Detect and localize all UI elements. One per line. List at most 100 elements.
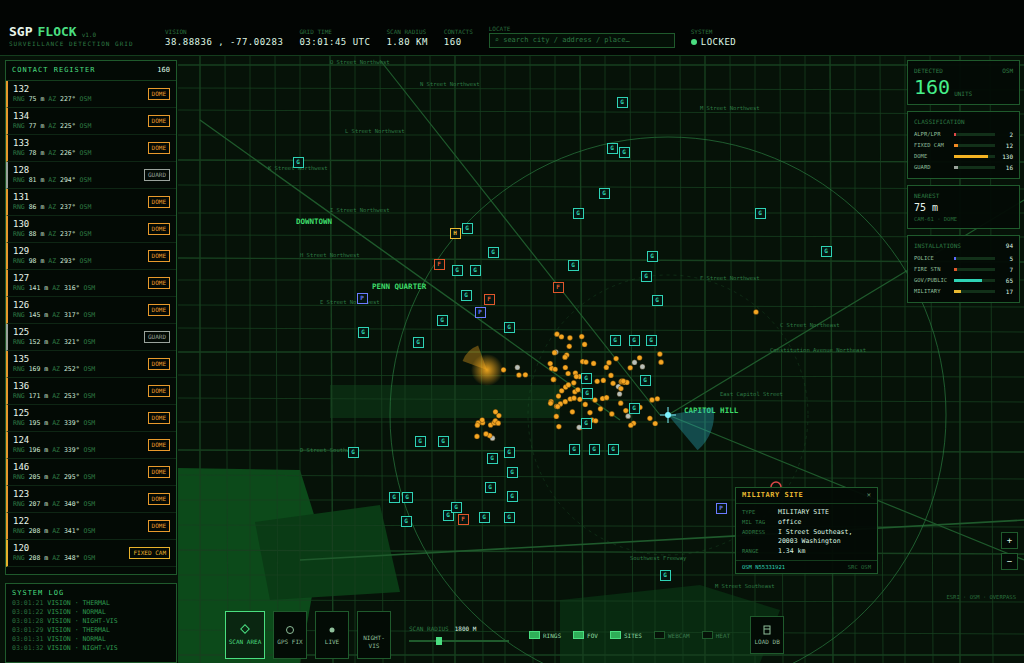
site-marker[interactable]: G [389,492,400,503]
control-icon [285,625,295,635]
zoom-button[interactable]: − [1001,553,1018,570]
contact-row[interactable]: 124RNG 196 m AZ 339° OSMDOME [6,432,176,459]
site-marker[interactable]: G [617,97,628,108]
site-marker[interactable]: G [479,512,490,523]
site-marker[interactable]: G [438,436,449,447]
site-marker[interactable]: G [599,188,610,199]
contact-row[interactable]: 125RNG 195 m AZ 339° OSMDOME [6,405,176,432]
site-marker[interactable]: G [569,444,580,455]
site-marker[interactable]: G [821,246,832,257]
popup-row: TYPEMILITARY SITE [742,508,871,517]
site-marker[interactable]: G [504,322,515,333]
contact-row[interactable]: 128RNG 81 m AZ 294° OSMGUARD [6,162,176,189]
contact-tag: DOME [148,196,170,208]
contact-row[interactable]: 126RNG 145 m AZ 317° OSMDOME [6,297,176,324]
site-marker[interactable]: G [488,247,499,258]
site-marker[interactable]: G [485,482,496,493]
control-button[interactable]: SCAN AREA [225,611,265,659]
contact-row[interactable]: 123RNG 207 m AZ 340° OSMDOME [6,486,176,513]
site-marker[interactable]: G [358,327,369,338]
zoom-button[interactable]: + [1001,532,1018,549]
site-marker[interactable]: G [647,251,658,262]
site-marker[interactable]: F [458,514,469,525]
site-marker[interactable]: G [646,335,657,346]
site-marker[interactable]: G [462,223,473,234]
control-button[interactable]: NIGHT-VIS [357,611,391,659]
contact-row[interactable]: 134RNG 77 m AZ 225° OSMDOME [6,108,176,135]
layer-toggle[interactable]: HEAT [702,631,730,640]
installation-row: POLICE5 [914,253,1013,264]
site-marker[interactable]: G [348,447,359,458]
site-marker[interactable]: G [415,436,426,447]
site-marker[interactable]: G [581,418,592,429]
site-marker[interactable]: H [450,228,461,239]
site-marker[interactable]: G [629,335,640,346]
site-marker[interactable]: G [507,467,518,478]
site-marker[interactable]: G [610,335,621,346]
site-marker[interactable]: G [452,265,463,276]
site-marker[interactable]: G [607,143,618,154]
contact-row[interactable]: 120RNG 208 m AZ 348° OSMFIXED CAM [6,540,176,567]
site-marker[interactable]: G [451,502,462,513]
contact-row[interactable]: 136RNG 171 m AZ 253° OSMDOME [6,378,176,405]
site-marker[interactable]: G [619,147,630,158]
site-marker[interactable]: G [401,516,412,527]
svg-text:E Street Northwest: E Street Northwest [320,299,380,305]
site-marker[interactable]: G [641,271,652,282]
site-marker[interactable]: G [755,208,766,219]
site-marker[interactable]: G [504,512,515,523]
contact-tag: DOME [148,493,170,505]
contact-row[interactable]: 133RNG 78 m AZ 226° OSMDOME [6,135,176,162]
installation-row: MILITARY17 [914,286,1013,297]
control-button[interactable]: LIVE [315,611,349,659]
layer-toggle[interactable]: RINGS [529,631,561,640]
site-marker[interactable]: G [470,265,481,276]
site-marker[interactable]: G [461,290,472,301]
site-marker[interactable]: G [640,375,651,386]
contact-row[interactable]: 131RNG 86 m AZ 237° OSMDOME [6,189,176,216]
layer-toggle[interactable]: SITES [610,631,642,640]
site-marker[interactable]: P [357,293,368,304]
site-marker[interactable]: G [507,491,518,502]
radius-slider[interactable]: SCAN RADIUS1800 M [409,625,509,645]
popup-close[interactable]: ✕ [867,490,871,501]
site-marker[interactable]: G [581,373,592,384]
layer-toggle[interactable]: FOV [573,631,598,640]
site-marker[interactable]: G [504,447,515,458]
layer-toggle[interactable]: WEBCAM [654,631,690,640]
site-marker[interactable]: F [434,259,445,270]
site-marker[interactable]: G [293,157,304,168]
site-marker[interactable]: P [716,503,727,514]
contact-tag: DOME [148,142,170,154]
site-marker[interactable]: G [589,444,600,455]
contact-row[interactable]: 130RNG 88 m AZ 237° OSMDOME [6,216,176,243]
site-marker[interactable]: G [660,570,671,581]
site-marker[interactable]: G [402,492,413,503]
contact-row[interactable]: 135RNG 169 m AZ 252° OSMDOME [6,351,176,378]
site-marker[interactable]: G [413,337,424,348]
site-marker[interactable]: G [573,208,584,219]
site-marker[interactable]: G [652,295,663,306]
contact-row[interactable]: 122RNG 208 m AZ 341° OSMDOME [6,513,176,540]
contact-row[interactable]: 129RNG 98 m AZ 293° OSMDOME [6,243,176,270]
site-marker[interactable]: G [437,315,448,326]
header-field: CONTACTS160 [444,27,473,48]
locate-input[interactable]: ⌕ search city / address / place… [489,33,675,48]
contact-row[interactable]: 125RNG 152 m AZ 321° OSMGUARD [6,324,176,351]
site-marker[interactable]: G [629,403,640,414]
svg-text:C Street Northeast: C Street Northeast [780,322,840,328]
contact-row[interactable]: 146RNG 205 m AZ 295° OSMDOME [6,459,176,486]
contact-row[interactable]: 132RNG 75 m AZ 227° OSMDOME [6,81,176,108]
site-marker[interactable]: G [582,388,593,399]
log-entry: 03:01:29 VISION · THERMAL [12,626,170,635]
load-db-button[interactable]: LOAD DB [750,616,784,654]
site-marker[interactable]: F [484,294,495,305]
slider-thumb[interactable] [436,637,442,645]
control-button[interactable]: GPS FIX [273,611,307,659]
site-marker[interactable]: G [487,453,498,464]
site-marker[interactable]: G [568,260,579,271]
contact-row[interactable]: 127RNG 141 m AZ 316° OSMDOME [6,270,176,297]
site-marker[interactable]: G [608,444,619,455]
site-marker[interactable]: P [475,307,486,318]
site-marker[interactable]: F [553,282,564,293]
